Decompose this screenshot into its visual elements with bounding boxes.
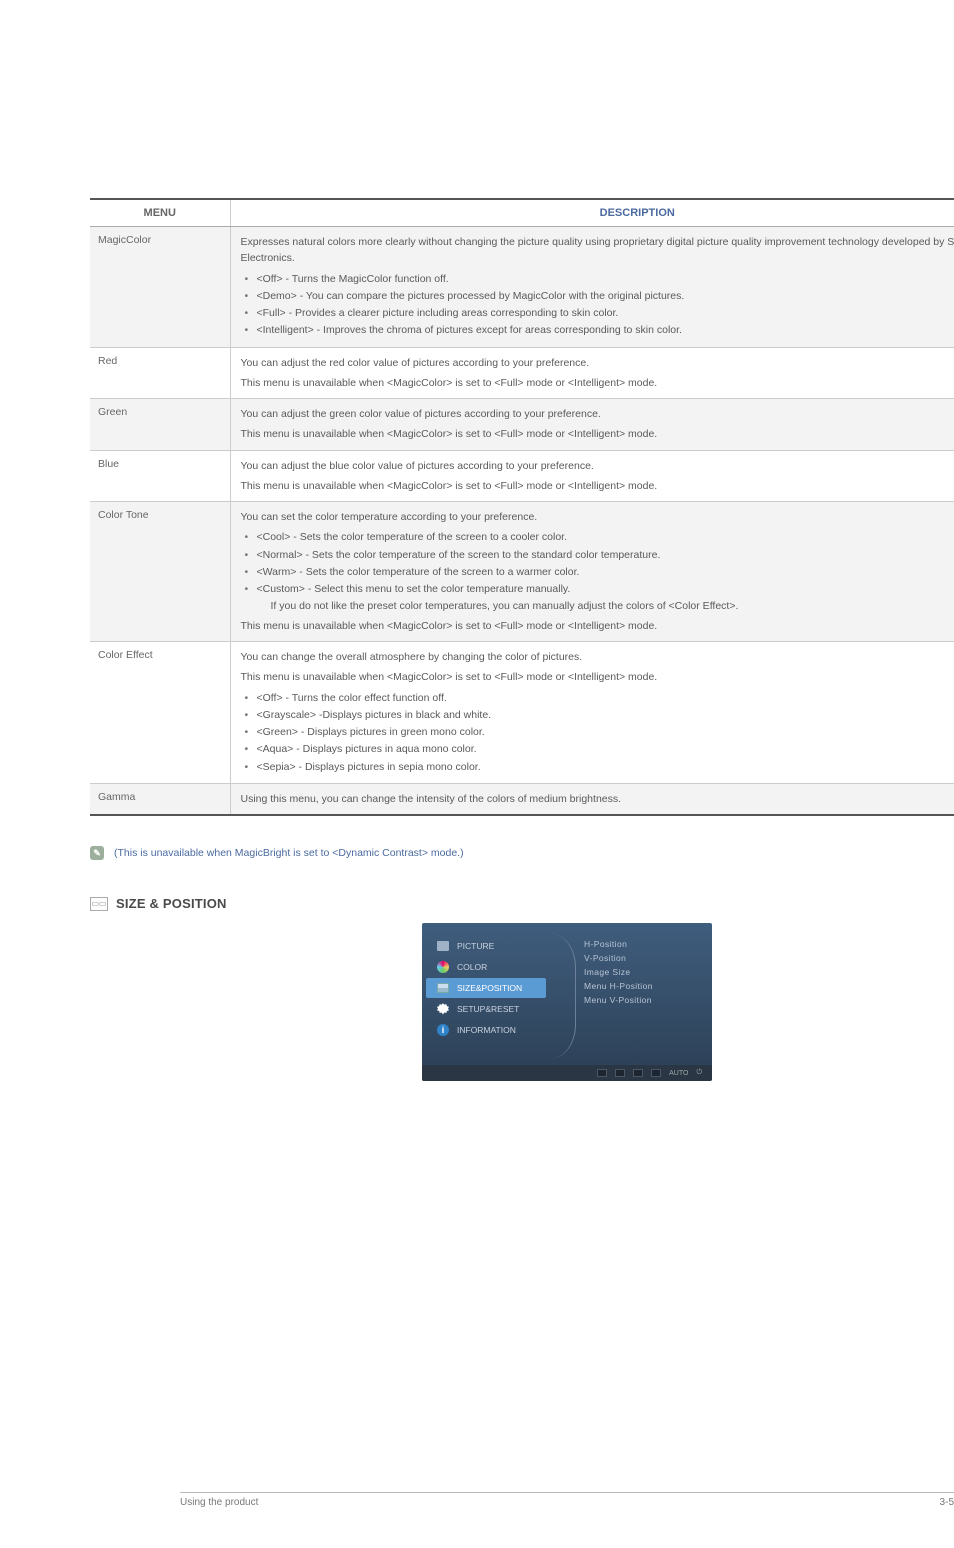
footer-left: Using the product bbox=[180, 1497, 258, 1508]
list-item: <Green> - Displays pictures in green mon… bbox=[243, 724, 954, 740]
box-icon bbox=[436, 940, 450, 952]
list-item: <Demo> - You can compare the pictures pr… bbox=[243, 288, 954, 304]
menu-description-table: MENU DESCRIPTION MagicColorExpresses nat… bbox=[90, 198, 954, 816]
menu-description: You can adjust the blue color value of p… bbox=[230, 450, 954, 502]
menu-description: You can adjust the red color value of pi… bbox=[230, 347, 954, 399]
grid-icon bbox=[436, 982, 450, 994]
table-row: RedYou can adjust the red color value of… bbox=[90, 347, 954, 399]
col-menu: MENU bbox=[90, 199, 230, 227]
col-description: DESCRIPTION bbox=[230, 199, 954, 227]
list-item: <Cool> - Sets the color temperature of t… bbox=[243, 529, 954, 545]
menu-label: Red bbox=[90, 347, 230, 399]
list-item: <Full> - Provides a clearer picture incl… bbox=[243, 305, 954, 321]
gear-icon bbox=[436, 1003, 450, 1015]
info-icon: i bbox=[436, 1024, 450, 1036]
menu-label: Green bbox=[90, 399, 230, 451]
menu-label: Color Tone bbox=[90, 502, 230, 642]
osd-left-label: SETUP&RESET bbox=[457, 1004, 519, 1014]
osd-right-item: Menu H-Position bbox=[584, 979, 702, 993]
list-item: <Sepia> - Displays pictures in sepia mon… bbox=[243, 759, 954, 775]
menu-label: MagicColor bbox=[90, 227, 230, 348]
footer-right: 3-5 bbox=[940, 1497, 954, 1508]
osd-left-label: COLOR bbox=[457, 962, 487, 972]
list-item: <Off> - Turns the color effect function … bbox=[243, 690, 954, 706]
list-item: <Off> - Turns the MagicColor function of… bbox=[243, 271, 954, 287]
osd-left-label: SIZE&POSITION bbox=[457, 983, 522, 993]
osd-right-item: V-Position bbox=[584, 951, 702, 965]
section-title: SIZE & POSITION bbox=[116, 896, 227, 911]
osd-right-item: Menu V-Position bbox=[584, 993, 702, 1007]
table-row: MagicColorExpresses natural colors more … bbox=[90, 227, 954, 348]
pal-icon bbox=[436, 961, 450, 973]
list-item: <Custom> - Select this menu to set the c… bbox=[243, 581, 954, 614]
section-heading: ▭▭ SIZE & POSITION bbox=[90, 896, 954, 911]
osd-bottom-bar: AUTO ⏻ bbox=[422, 1065, 712, 1081]
table-row: Color EffectYou can change the overall a… bbox=[90, 642, 954, 784]
size-position-icon: ▭▭ bbox=[90, 897, 108, 911]
osd-nav-icon bbox=[597, 1069, 607, 1077]
menu-description: You can change the overall atmosphere by… bbox=[230, 642, 954, 784]
menu-description: Using this menu, you can change the inte… bbox=[230, 783, 954, 815]
osd-left-item: PICTURE bbox=[426, 936, 546, 956]
table-row: BlueYou can adjust the blue color value … bbox=[90, 450, 954, 502]
menu-label: Color Effect bbox=[90, 642, 230, 784]
osd-left-item: SETUP&RESET bbox=[426, 999, 546, 1019]
list-item: <Aqua> - Displays pictures in aqua mono … bbox=[243, 741, 954, 757]
table-row: Color ToneYou can set the color temperat… bbox=[90, 502, 954, 642]
menu-label: Gamma bbox=[90, 783, 230, 815]
osd-menu-screenshot: PICTURE COLOR SIZE&POSITION SETUP&RESET i INF… bbox=[422, 923, 712, 1081]
osd-left-item: COLOR bbox=[426, 957, 546, 977]
osd-nav-icon bbox=[633, 1069, 643, 1077]
list-item: <Grayscale> -Displays pictures in black … bbox=[243, 707, 954, 723]
menu-label: Blue bbox=[90, 450, 230, 502]
osd-nav-icon bbox=[651, 1069, 661, 1077]
table-row: GreenYou can adjust the green color valu… bbox=[90, 399, 954, 451]
osd-power-icon: ⏻ bbox=[696, 1069, 702, 1077]
osd-right-item: H-Position bbox=[584, 937, 702, 951]
note: ✎ (This is unavailable when MagicBright … bbox=[90, 846, 954, 860]
osd-left-item: SIZE&POSITION bbox=[426, 978, 546, 998]
osd-left-label: PICTURE bbox=[457, 941, 494, 951]
list-item: <Warm> - Sets the color temperature of t… bbox=[243, 564, 954, 580]
osd-left-item: i INFORMATION bbox=[426, 1020, 546, 1040]
page-footer: Using the product 3-5 bbox=[180, 1492, 954, 1508]
osd-right-item: Image Size bbox=[584, 965, 702, 979]
note-text: (This is unavailable when MagicBright is… bbox=[114, 847, 464, 859]
menu-description: You can adjust the green color value of … bbox=[230, 399, 954, 451]
menu-description: Expresses natural colors more clearly wi… bbox=[230, 227, 954, 348]
note-icon: ✎ bbox=[90, 846, 104, 860]
table-row: GammaUsing this menu, you can change the… bbox=[90, 783, 954, 815]
list-item: <Intelligent> - Improves the chroma of p… bbox=[243, 322, 954, 338]
osd-nav-icon bbox=[615, 1069, 625, 1077]
list-item: <Normal> - Sets the color temperature of… bbox=[243, 547, 954, 563]
menu-description: You can set the color temperature accord… bbox=[230, 502, 954, 642]
osd-left-label: INFORMATION bbox=[457, 1025, 516, 1035]
osd-auto-label: AUTO bbox=[669, 1070, 688, 1077]
